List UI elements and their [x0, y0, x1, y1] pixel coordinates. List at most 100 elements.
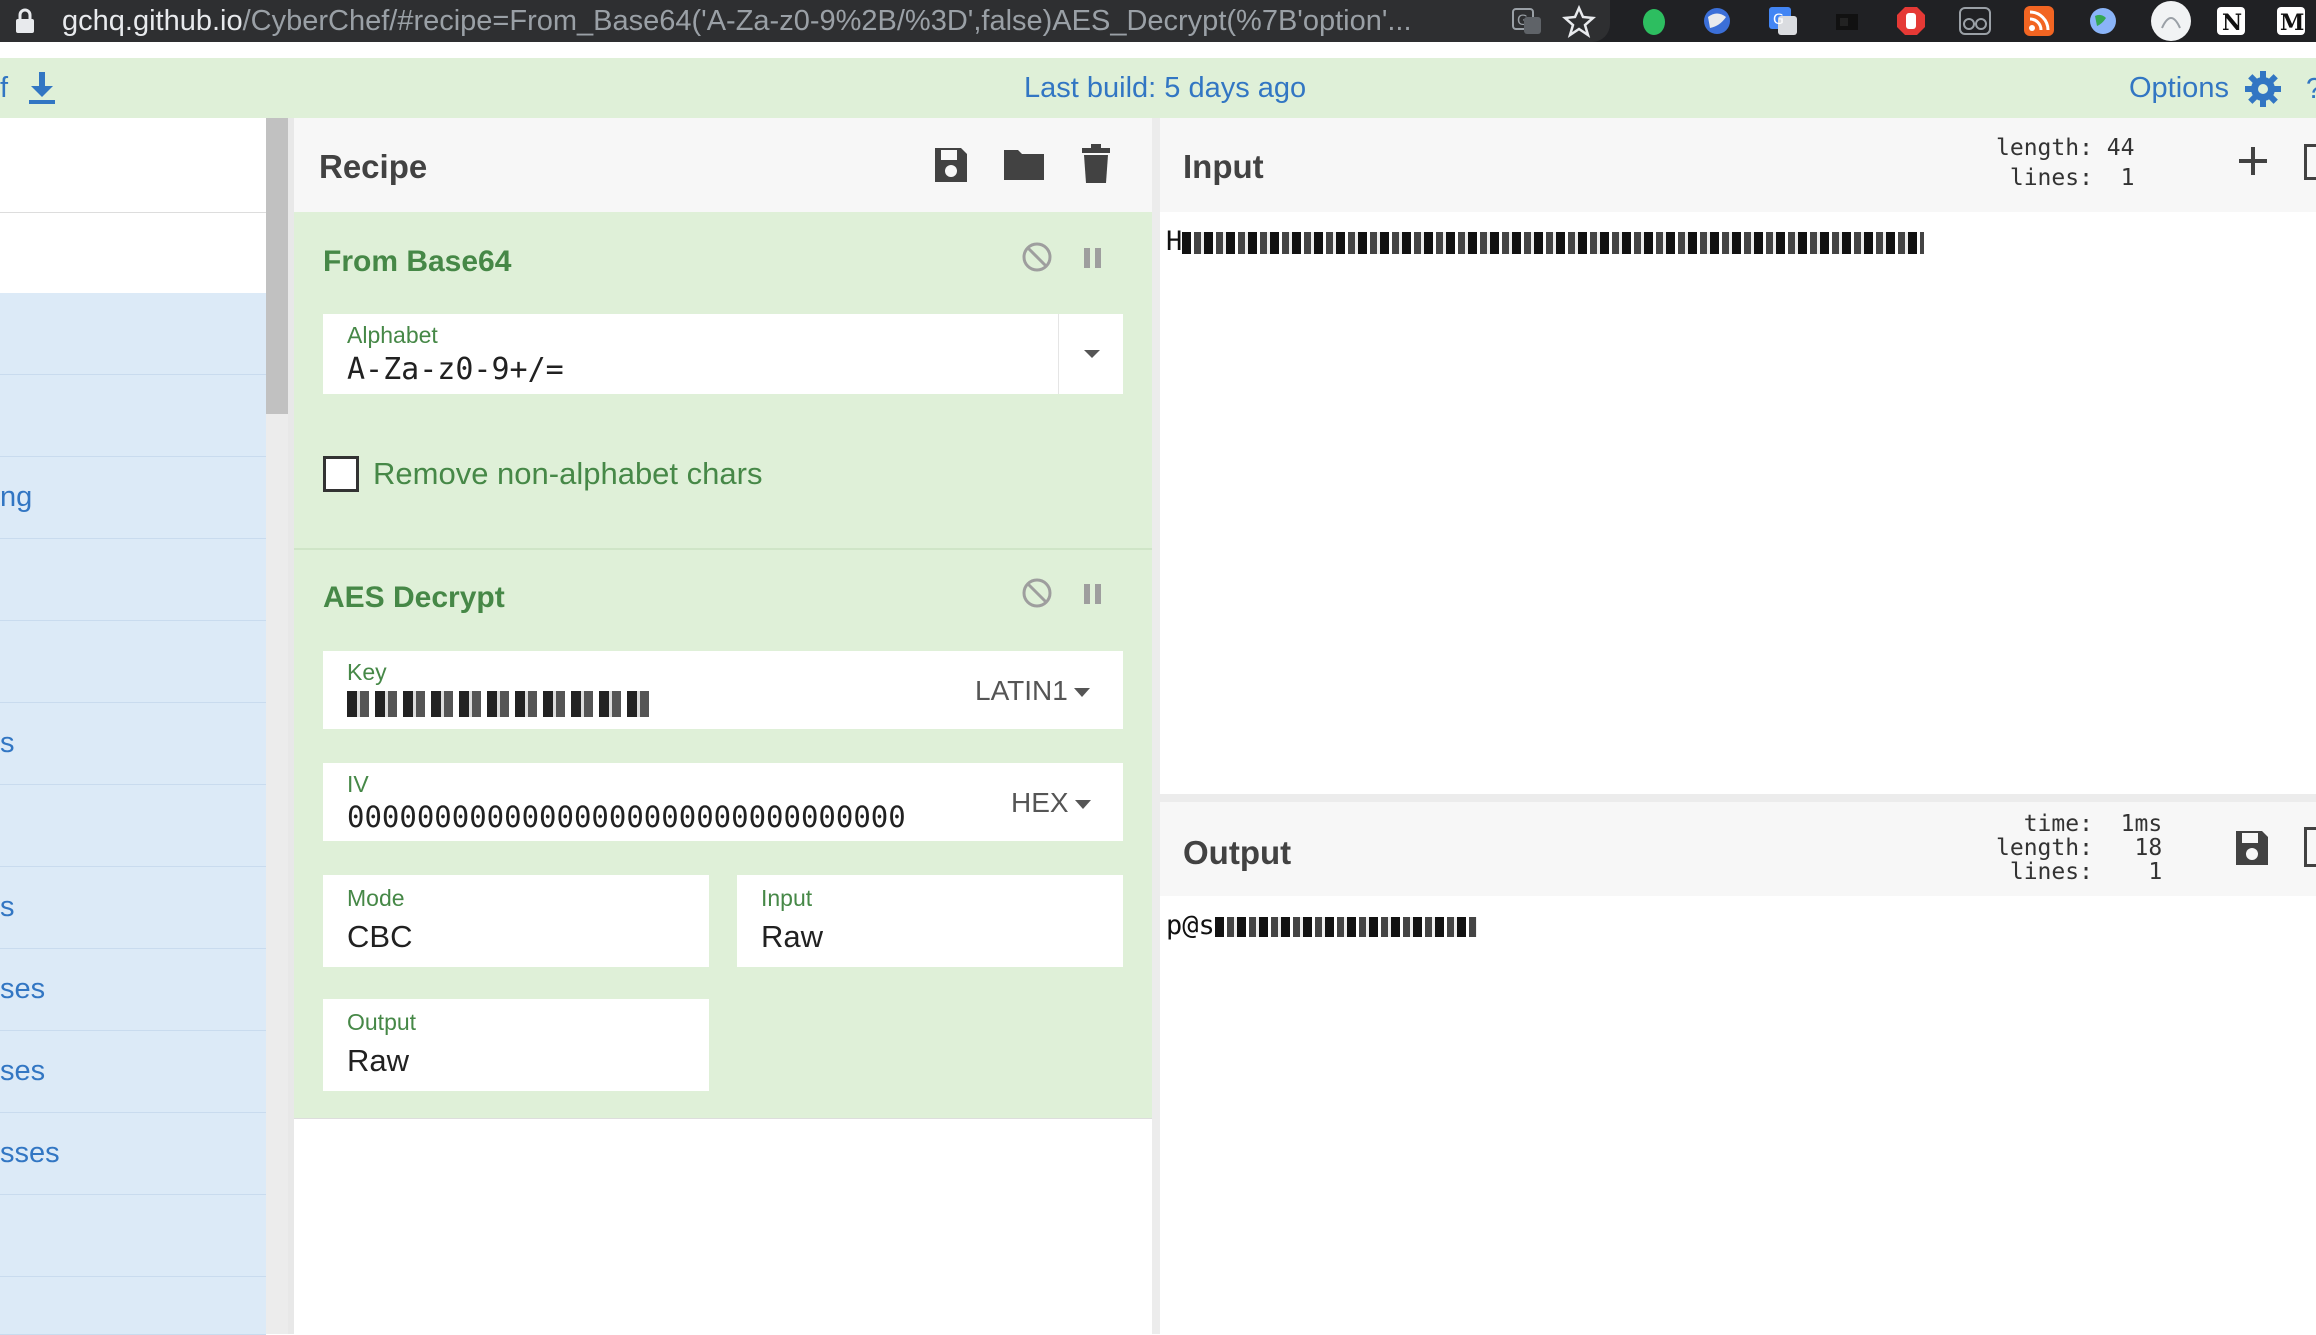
svg-text:N: N — [2222, 10, 2242, 36]
category-item[interactable] — [0, 621, 266, 703]
category-item[interactable]: s — [0, 703, 266, 785]
pane-divider[interactable] — [1160, 794, 2316, 802]
caret-down-icon — [1074, 800, 1091, 810]
iv-encoding-label: HEX — [1011, 787, 1069, 818]
panel-divider[interactable] — [1152, 118, 1160, 1334]
pause-icon[interactable] — [1082, 580, 1104, 608]
input-text-prefix: H — [1166, 226, 1183, 257]
output-format-value: Raw — [347, 1043, 410, 1078]
output-time: time: 1ms — [1996, 811, 2163, 837]
iv-encoding-dropdown[interactable]: HEX — [1011, 787, 1091, 819]
alphabet-label: Alphabet — [347, 322, 438, 348]
lock-icon — [16, 8, 34, 33]
globe-icon[interactable] — [1700, 4, 1734, 38]
alphabet-field[interactable]: Alphabet A-Za-z0-9+/= — [323, 314, 1123, 394]
category-item[interactable]: ng — [0, 457, 266, 539]
open-folder-icon[interactable] — [2304, 144, 2316, 180]
operations-search-input[interactable] — [0, 212, 266, 294]
category-item[interactable] — [0, 293, 266, 375]
banner-right-fragment[interactable]: ? — [2306, 72, 2316, 106]
input-format-label: Input — [761, 885, 813, 911]
mode-field[interactable]: Mode CBC — [323, 875, 709, 967]
url-path: /CyberChef/#recipe=From_Base64('A-Za-z0-… — [242, 5, 1412, 37]
folder-icon[interactable] — [1003, 146, 1045, 182]
save-icon[interactable] — [933, 144, 969, 184]
url-host: gchq.github.io — [62, 5, 243, 37]
options-button[interactable]: Options — [2129, 70, 2229, 106]
glasses-icon[interactable] — [1958, 4, 1992, 38]
disable-icon[interactable] — [1021, 241, 1053, 273]
alphabet-value: A-Za-z0-9+/= — [347, 352, 564, 387]
iv-value: 00000000000000000000000000000000 — [347, 800, 906, 834]
category-item[interactable] — [0, 1277, 266, 1335]
recipe-title: Recipe — [319, 148, 428, 185]
from-base64-title: From Base64 — [323, 245, 512, 278]
chevron-down-icon[interactable] — [1058, 314, 1124, 394]
redacted-key — [347, 691, 653, 717]
mode-value: CBC — [347, 919, 413, 954]
save-output-icon[interactable] — [2234, 827, 2270, 867]
add-tab-icon[interactable] — [2236, 144, 2270, 178]
category-item[interactable]: s — [0, 867, 266, 949]
mode-label: Mode — [347, 885, 405, 911]
url-text[interactable]: gchq.github.io/CyberChef/#recipe=From_Ba… — [62, 4, 1482, 38]
category-item[interactable]: ses — [0, 1031, 266, 1113]
output-format-field[interactable]: Output Raw — [323, 999, 709, 1091]
star-icon[interactable] — [1562, 4, 1596, 38]
rss-icon[interactable] — [2022, 4, 2056, 38]
category-item[interactable]: sses — [0, 1113, 266, 1195]
gear-icon[interactable] — [2244, 70, 2282, 108]
copy-output-icon[interactable] — [2304, 827, 2316, 867]
last-build-text: Last build: 5 days ago — [1024, 72, 1307, 104]
output-text: p@s — [1166, 910, 1477, 941]
svg-text:M: M — [2280, 10, 2304, 36]
avatar-icon[interactable] — [2150, 0, 2192, 42]
output-lines: lines: 1 — [1996, 859, 2163, 885]
adblock-icon[interactable] — [1894, 4, 1928, 38]
output-format-label: Output — [347, 1009, 417, 1035]
evernote-icon[interactable] — [1637, 4, 1671, 38]
recipe-empty-area — [294, 1118, 1152, 1335]
operation-divider — [294, 548, 1152, 550]
output-title: Output — [1183, 834, 1292, 871]
input-lines: lines: 1 — [1996, 165, 2135, 191]
input-textarea[interactable] — [1160, 212, 2316, 794]
notion-icon[interactable]: N — [2214, 4, 2248, 38]
download-icon[interactable] — [26, 70, 58, 106]
caret-down-icon — [1073, 688, 1090, 698]
input-header — [1160, 118, 2316, 213]
dark-ext-icon[interactable] — [1830, 4, 1864, 38]
category-item[interactable]: ses — [0, 949, 266, 1031]
trash-icon[interactable] — [1080, 144, 1112, 184]
key-label: Key — [347, 659, 387, 685]
translate-icon[interactable]: G — [1510, 4, 1544, 38]
banner-left-fragment[interactable]: f — [0, 70, 8, 106]
category-item[interactable] — [0, 539, 266, 621]
iv-label: IV — [347, 771, 369, 797]
input-format-field[interactable]: Input Raw — [737, 875, 1123, 967]
output-textarea[interactable] — [1160, 896, 2316, 1334]
world-icon[interactable] — [2086, 4, 2120, 38]
redacted-output — [1214, 916, 1477, 937]
input-length: length: 44 — [1996, 135, 2135, 161]
key-field[interactable]: Key LATIN1 — [323, 651, 1123, 729]
gmail-icon[interactable]: M — [2274, 4, 2308, 38]
google-translate-icon[interactable]: G — [1766, 4, 1800, 38]
pause-icon[interactable] — [1082, 244, 1104, 272]
category-item[interactable] — [0, 1195, 266, 1277]
output-length: length: 18 — [1996, 835, 2163, 861]
scrollbar-thumb[interactable] — [266, 118, 288, 414]
svg-text:G: G — [1773, 12, 1784, 28]
key-encoding-dropdown[interactable]: LATIN1 — [975, 675, 1090, 707]
remove-non-alphabet-checkbox[interactable] — [323, 456, 359, 492]
iv-field[interactable]: IV 00000000000000000000000000000000 HEX — [323, 763, 1123, 841]
input-text: H — [1166, 226, 1925, 257]
input-title: Input — [1183, 148, 1264, 185]
category-item[interactable] — [0, 785, 266, 867]
options-label: Options — [2129, 72, 2229, 104]
remove-non-alphabet-label[interactable]: Remove non-alphabet chars — [373, 456, 762, 492]
category-item[interactable] — [0, 375, 266, 457]
input-format-value: Raw — [761, 919, 824, 954]
output-text-prefix: p@s — [1166, 910, 1215, 941]
disable-icon[interactable] — [1021, 577, 1053, 609]
